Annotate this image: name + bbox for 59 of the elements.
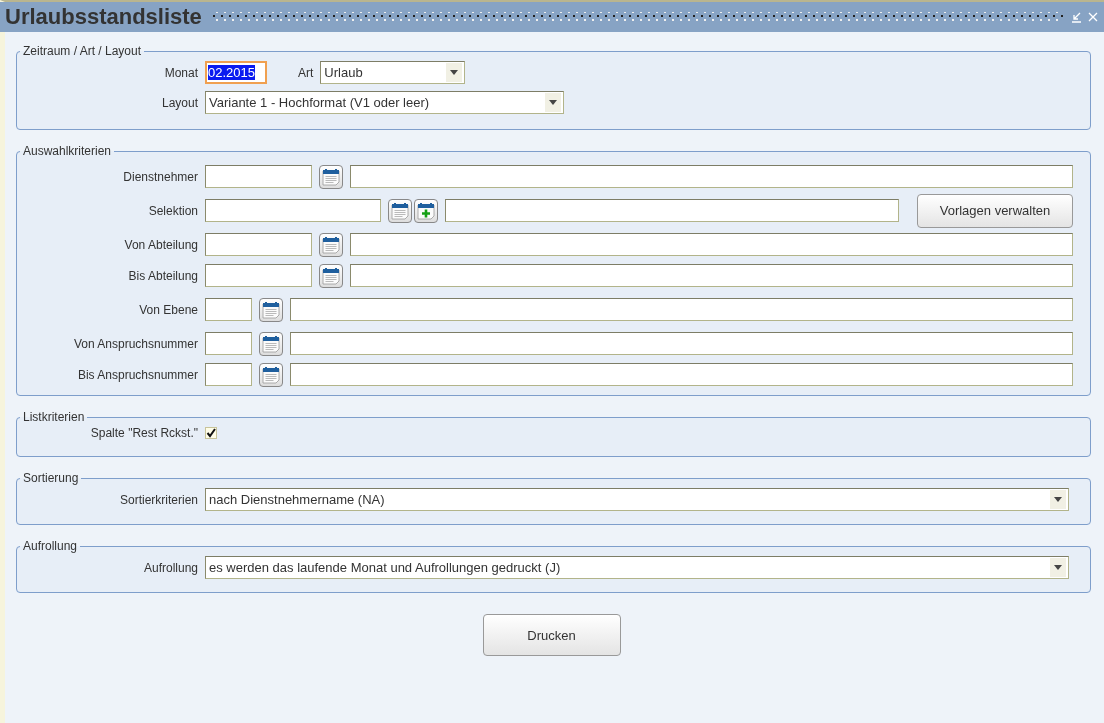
code-field[interactable] [205, 298, 252, 321]
lookup-button[interactable] [319, 164, 343, 189]
notepad-icon [322, 235, 340, 254]
panel-legend: Auswahlkriterien [20, 144, 115, 158]
notepad-plus-icon [417, 201, 435, 220]
lookup-button[interactable] [259, 362, 283, 387]
notepad-icon [262, 365, 280, 384]
code-field[interactable] [205, 233, 312, 256]
layout-dropdown[interactable]: Variante 1 - Hochformat (V1 oder leer) [205, 91, 564, 114]
code-field[interactable] [205, 199, 381, 222]
field-label: Von Ebene [138, 302, 198, 317]
rollup-dropdown[interactable]: es werden das laufende Monat und Aufrollungen gedruckt (J) [205, 556, 1069, 579]
description-field[interactable] [290, 332, 1073, 355]
lookup-button[interactable] [388, 198, 412, 223]
window-title: Urlaubsstandsliste [5, 4, 202, 30]
field-label: Layout [160, 95, 198, 110]
code-field[interactable] [205, 332, 252, 355]
type-dropdown[interactable]: Urlaub [320, 61, 466, 84]
month-field[interactable]: 02.2015 [205, 61, 267, 84]
lookup-button[interactable] [259, 331, 283, 356]
description-field[interactable] [350, 264, 1073, 287]
description-field[interactable] [290, 363, 1073, 386]
field-label: Von Anspruchsnummer [72, 336, 198, 351]
description-field[interactable] [350, 165, 1073, 188]
lookup-button[interactable] [319, 232, 343, 257]
field-label: Selektion [147, 203, 198, 218]
panel-legend: Zeitraum / Art / Layout [20, 44, 145, 58]
field-label: Von Abteilung [123, 237, 198, 252]
field-label: Spalte "Rest Rckst." [89, 426, 198, 440]
code-field[interactable] [205, 363, 252, 386]
panel-legend: Sortierung [20, 471, 82, 485]
field-label: Bis Anspruchsnummer [76, 367, 198, 382]
panel-legend: Aufrollung [20, 539, 81, 553]
field-label: Monat [163, 65, 198, 80]
manage-templates-button[interactable]: Vorlagen verwalten [917, 193, 1073, 228]
code-field[interactable] [205, 165, 312, 188]
description-field[interactable] [290, 298, 1073, 321]
notepad-icon [391, 201, 409, 220]
code-field[interactable] [205, 264, 312, 287]
field-label: Aufrollung [142, 560, 198, 575]
notepad-icon [322, 266, 340, 285]
description-field[interactable] [445, 199, 899, 222]
lookup-button[interactable] [319, 263, 343, 288]
notepad-icon [322, 167, 340, 186]
notepad-icon [262, 300, 280, 319]
checkbox[interactable] [205, 427, 217, 439]
field-label: Sortierkriterien [118, 492, 198, 507]
add-button[interactable] [414, 198, 438, 223]
field-label: Bis Abteilung [127, 268, 198, 283]
field-label: Dienstnehmer [122, 169, 198, 184]
lookup-button[interactable] [259, 297, 283, 322]
panel-legend: Listkriterien [20, 410, 88, 424]
sorting-dropdown[interactable]: nach Dienstnehmername (NA) [205, 488, 1069, 511]
minimize-icon[interactable] [1071, 11, 1082, 23]
close-icon[interactable] [1088, 12, 1098, 22]
description-field[interactable] [350, 233, 1073, 256]
notepad-icon [262, 334, 280, 353]
print-button[interactable]: Drucken [482, 614, 621, 656]
field-label: Art [298, 65, 314, 80]
